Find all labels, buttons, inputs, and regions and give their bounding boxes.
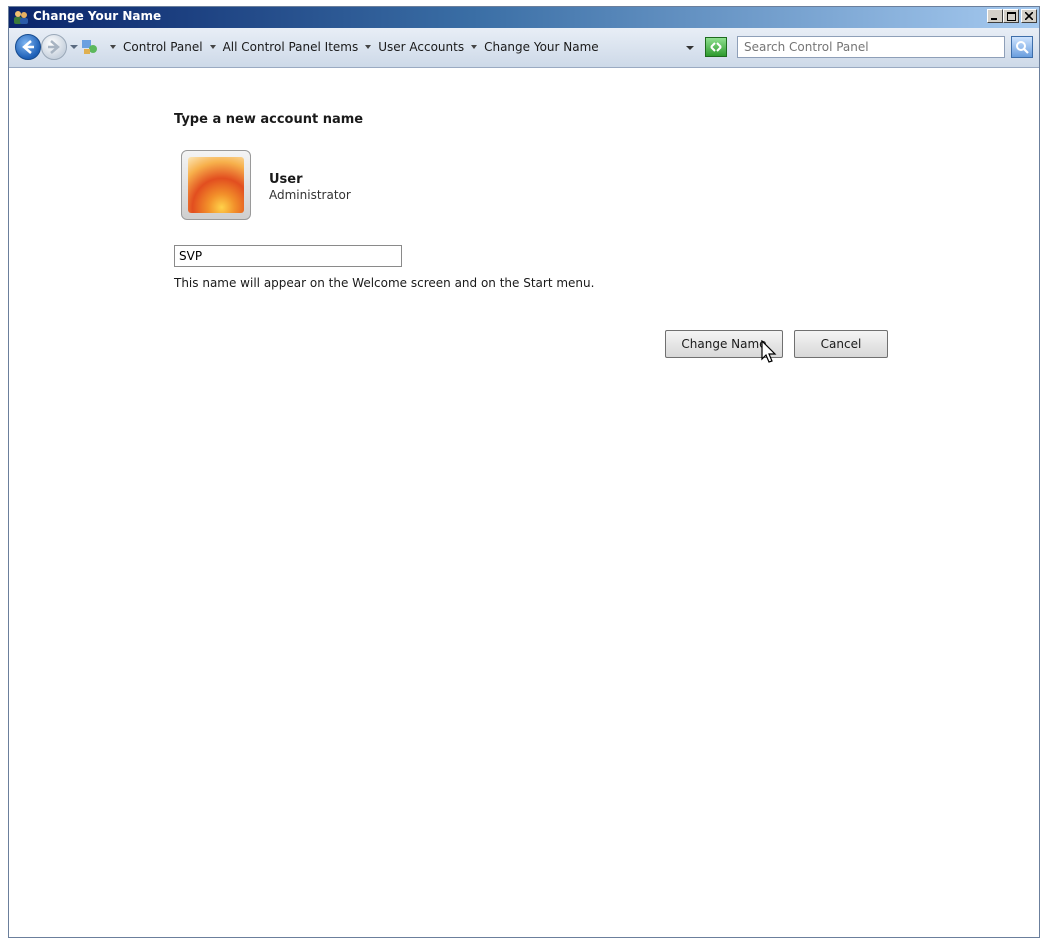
- user-name: User: [269, 172, 303, 187]
- recent-pages-dropdown-icon[interactable]: [69, 42, 79, 52]
- window: Change Your Name Control Panel All Contr…: [8, 6, 1040, 938]
- address-history-dropdown-icon[interactable]: [685, 43, 695, 53]
- chevron-down-icon[interactable]: [208, 42, 218, 52]
- search-input[interactable]: [737, 36, 1005, 58]
- chevron-down-icon[interactable]: [363, 42, 373, 52]
- breadcrumb: Control Panel All Control Panel Items Us…: [81, 34, 721, 60]
- avatar: [181, 150, 251, 220]
- breadcrumb-user-accounts[interactable]: User Accounts: [378, 40, 464, 54]
- back-button[interactable]: [15, 34, 41, 60]
- forward-icon: [48, 40, 60, 54]
- back-icon: [22, 40, 34, 54]
- search-icon: [1016, 41, 1029, 54]
- page-title: Type a new account name: [174, 112, 364, 127]
- user-accounts-icon: [14, 11, 28, 24]
- main-content: Type a new account name User Administrat…: [9, 68, 1039, 938]
- breadcrumb-control-panel[interactable]: Control Panel: [123, 40, 203, 54]
- mouse-pointer-icon: [761, 340, 777, 363]
- window-title: Change Your Name: [33, 9, 162, 23]
- minimize-button[interactable]: [987, 9, 1003, 23]
- user-role: Administrator: [269, 188, 351, 202]
- breadcrumb-all-control-panel-items[interactable]: All Control Panel Items: [223, 40, 359, 54]
- title-bar[interactable]: Change Your Name: [9, 7, 1039, 28]
- flower-avatar-icon: [188, 157, 244, 213]
- search-button[interactable]: [1011, 36, 1033, 58]
- name-hint: This name will appear on the Welcome scr…: [174, 276, 595, 290]
- cancel-button[interactable]: Cancel: [794, 330, 888, 358]
- account-name-input[interactable]: [174, 245, 402, 267]
- minimize-icon: [991, 18, 997, 20]
- maximize-button[interactable]: [1003, 9, 1019, 23]
- control-panel-icon: [82, 40, 97, 54]
- chevron-down-icon[interactable]: [108, 42, 118, 52]
- address-bar: Control Panel All Control Panel Items Us…: [9, 28, 1039, 68]
- refresh-icon: [710, 42, 722, 52]
- chevron-down-icon[interactable]: [469, 42, 479, 52]
- breadcrumb-change-your-name[interactable]: Change Your Name: [484, 40, 599, 54]
- close-icon: [1025, 12, 1033, 20]
- close-button[interactable]: [1021, 9, 1037, 23]
- forward-button[interactable]: [41, 34, 67, 60]
- refresh-button[interactable]: [705, 37, 727, 57]
- maximize-icon: [1006, 11, 1016, 21]
